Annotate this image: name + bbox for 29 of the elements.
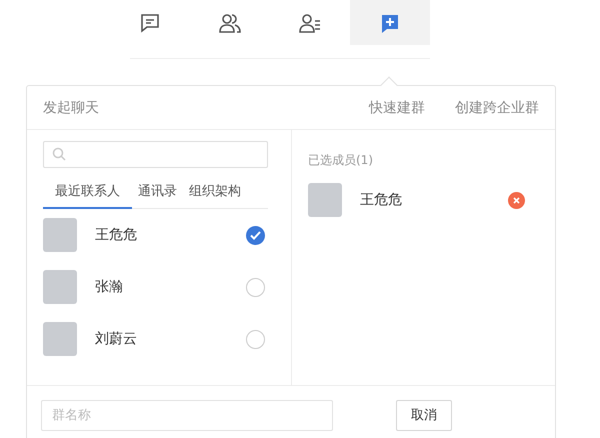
group-name-field[interactable]: 群名称 <box>41 400 333 430</box>
contact-name: 王危危 <box>95 226 138 244</box>
remove-button[interactable] <box>508 192 525 208</box>
contact-tab[interactable]: 最近联系人 <box>43 182 132 209</box>
avatar-placeholder <box>43 270 77 304</box>
header-link[interactable]: 快速建群 <box>369 98 425 116</box>
search-icon <box>52 147 67 162</box>
search-field[interactable] <box>43 141 268 168</box>
selected-label: 已选成员(1) <box>308 152 374 169</box>
check-icon <box>250 230 261 240</box>
contact-name: 张瀚 <box>95 278 124 296</box>
header-link[interactable]: 创建跨企业群 <box>455 98 539 116</box>
chat-icon <box>139 12 161 34</box>
member-name: 王危危 <box>360 191 403 209</box>
cancel-button[interactable]: 取消 <box>396 400 452 430</box>
select-checkbox[interactable] <box>246 278 265 296</box>
contact-list-icon <box>298 12 322 34</box>
contact-tab[interactable]: 通讯录 <box>132 182 183 209</box>
contact-tab[interactable]: 组织架构 <box>183 182 247 209</box>
dialog-title: 发起聊天 <box>43 98 100 116</box>
avatar-placeholder <box>43 322 77 356</box>
avatar-placeholder <box>308 183 342 217</box>
close-icon <box>513 196 520 204</box>
people-icon <box>218 12 242 34</box>
nav-tab[interactable] <box>350 0 430 45</box>
contact-name: 刘蔚云 <box>95 330 138 348</box>
select-checkbox[interactable] <box>246 226 265 244</box>
avatar-placeholder <box>43 218 77 252</box>
select-checkbox[interactable] <box>246 330 265 348</box>
